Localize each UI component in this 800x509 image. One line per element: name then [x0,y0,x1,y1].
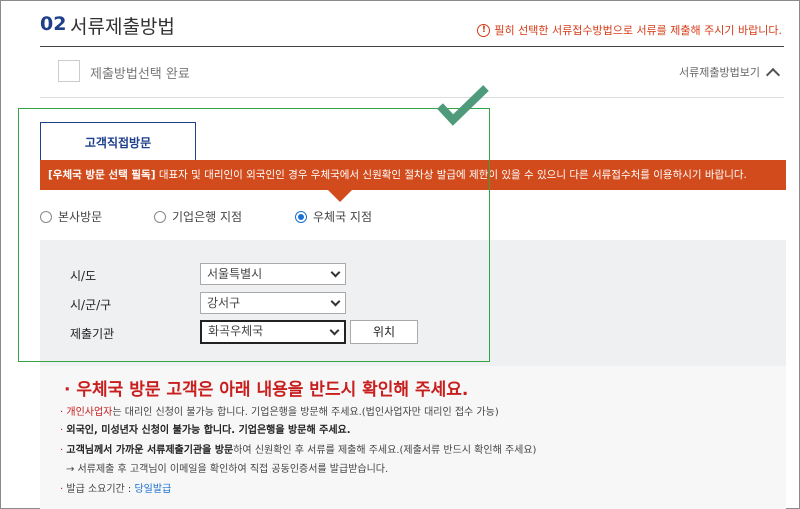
completion-row: 제출방법선택 완료 서류제출방법보기 [40,47,784,98]
completion-label: 제출방법선택 완료 [90,67,190,82]
section-title: 서류제출방법 [70,16,175,38]
chevron-up-icon [765,67,781,82]
visit-rest: 하여 신원확인 후 서류를 제출해 주세요.(제출서류 반드시 확인해 주세요) [233,445,537,456]
info-line-visit: · 고객님께서 가까운 서류제출기관을 방문하여 신원확인 후 서류를 제출해 … [60,445,537,456]
issue-period-value: 당일발급 [134,484,172,495]
top-notice: ! 필히 선택한 서류접수방법으로 서류를 제출해 주시기 바랍니다. [477,22,782,38]
info-line-issue-period: · 발급 소요기간 : 당일발급 [60,484,172,495]
completion-checkbox[interactable] [58,60,80,82]
info-title: · 우체국 방문 고객은 아래 내용을 반드시 확인해 주세요. [64,380,469,400]
check-icon [437,85,489,126]
info-circle-icon: ! [477,23,491,37]
foreigner-text: 외국인, 미성년자 신청이 불가능 합니다. 기업은행을 방문해 주세요. [66,425,351,436]
info-line-sole-proprietor: · 개인사업자는 대리인 신청이 불가능 합니다. 기업은행을 방문해 주세요.… [60,407,499,418]
section-number: 02 [40,13,67,35]
top-notice-text: 필히 선택한 서류접수방법으로 서류를 제출해 주시기 바랍니다. [494,24,782,37]
highlight-box [18,108,490,362]
view-method-toggle[interactable]: 서류제출방법보기 [679,64,781,82]
info-line-email: → 서류제출 후 고객님이 이메일을 확인하여 직접 공동인증서를 발급받습니다… [66,464,389,475]
sole-proprietor-text: 개인사업자 [66,407,113,418]
info-line-foreigner: · 외국인, 미성년자 신청이 불가능 합니다. 기업은행을 방문해 주세요. [60,425,351,436]
visit-bold: 고객님께서 가까운 서류제출기관을 방문 [66,445,234,456]
issue-period-label: 발급 소요기간 : [66,484,135,495]
sole-proprietor-rest: 는 대리인 신청이 불가능 합니다. 기업은행을 방문해 주세요.(법인사업자만… [112,407,499,418]
view-method-label: 서류제출방법보기 [679,66,760,79]
info-title-text: 우체국 방문 고객은 아래 내용을 반드시 확인해 주세요. [76,380,469,400]
